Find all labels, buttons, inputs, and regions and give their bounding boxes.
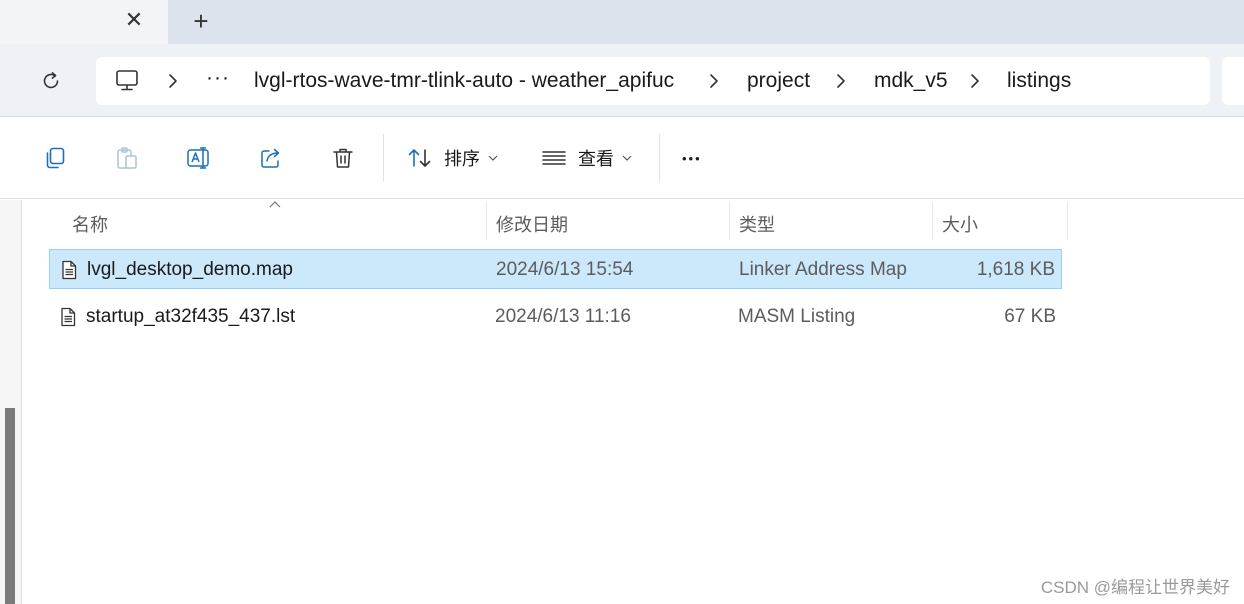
chevron-right-icon[interactable] [707, 71, 721, 91]
file-name: startup_at32f435_437.lst [86, 306, 296, 327]
toolbar-separator [659, 134, 660, 182]
chevron-down-icon [622, 155, 632, 161]
breadcrumb-item-project[interactable]: project [747, 69, 810, 93]
breadcrumb-item-project-root[interactable]: lvgl-rtos-wave-tmr-tlink-auto - weather_… [254, 69, 674, 93]
column-divider[interactable] [486, 202, 487, 240]
chevron-right-icon[interactable] [166, 71, 180, 91]
paste-icon[interactable] [112, 143, 142, 173]
tab-strip: ✕ + [0, 0, 1244, 44]
file-date: 2024/6/13 15:54 [496, 259, 634, 280]
command-bar: 排序 查看 ••• [0, 117, 1244, 199]
new-tab-icon[interactable]: + [188, 6, 214, 36]
column-divider[interactable] [932, 202, 933, 240]
chevron-down-icon [488, 155, 498, 161]
file-date: 2024/6/13 11:16 [495, 306, 631, 327]
toolbar-separator [383, 134, 384, 182]
file-list: 名称 修改日期 类型 大小 lvgl_desktop_demo.map 2024… [0, 200, 1244, 604]
address-bar[interactable]: ··· lvgl-rtos-wave-tmr-tlink-auto - weat… [96, 57, 1210, 105]
view-list-icon [542, 151, 566, 165]
file-type: Linker Address Map [739, 259, 907, 280]
file-size: 67 KB [1004, 306, 1056, 327]
file-name-cell: startup_at32f435_437.lst [59, 297, 295, 337]
search-box[interactable] [1222, 57, 1244, 105]
sort-ascending-icon [269, 201, 281, 208]
copy-icon[interactable] [40, 143, 70, 173]
sort-icon [408, 149, 431, 167]
this-pc-icon[interactable] [114, 67, 140, 93]
share-icon[interactable] [256, 143, 286, 173]
column-header-date[interactable]: 修改日期 [496, 208, 568, 240]
watermark: CSDN @编程让世界美好 [1040, 578, 1230, 597]
column-divider[interactable] [729, 202, 730, 240]
address-row: ··· lvgl-rtos-wave-tmr-tlink-auto - weat… [0, 44, 1244, 117]
breadcrumb-overflow[interactable]: ··· [206, 66, 230, 90]
file-row[interactable]: lvgl_desktop_demo.map 2024/6/13 15:54 Li… [49, 249, 1062, 289]
document-icon [62, 260, 77, 280]
navigation-pane-scrollbar[interactable] [0, 200, 22, 604]
file-name: lvgl_desktop_demo.map [87, 259, 293, 280]
column-divider[interactable] [1067, 202, 1068, 240]
column-header-type[interactable]: 类型 [739, 208, 775, 240]
breadcrumb-item-mdk-v5[interactable]: mdk_v5 [874, 69, 948, 93]
view-button[interactable]: 查看 [540, 143, 632, 173]
document-icon [61, 307, 76, 327]
chevron-right-icon[interactable] [834, 71, 848, 91]
file-row[interactable]: startup_at32f435_437.lst 2024/6/13 11:16… [49, 297, 1062, 337]
file-type: MASM Listing [738, 306, 856, 327]
column-header-size[interactable]: 大小 [942, 208, 978, 240]
more-options-icon[interactable]: ••• [682, 143, 702, 173]
column-header-name[interactable]: 名称 [72, 208, 108, 240]
chevron-right-icon[interactable] [968, 71, 982, 91]
delete-icon[interactable] [328, 143, 358, 173]
file-name-cell: lvgl_desktop_demo.map [60, 250, 293, 290]
breadcrumb-item-listings[interactable]: listings [1007, 69, 1071, 93]
scrollbar-thumb[interactable] [5, 408, 15, 604]
rename-icon[interactable] [184, 143, 214, 173]
sort-label: 排序 [444, 149, 480, 169]
file-size: 1,618 KB [976, 259, 1055, 280]
view-label: 查看 [578, 149, 614, 169]
refresh-icon[interactable] [36, 66, 66, 96]
sort-button[interactable]: 排序 [406, 143, 498, 173]
close-tab-icon[interactable]: ✕ [122, 7, 146, 32]
